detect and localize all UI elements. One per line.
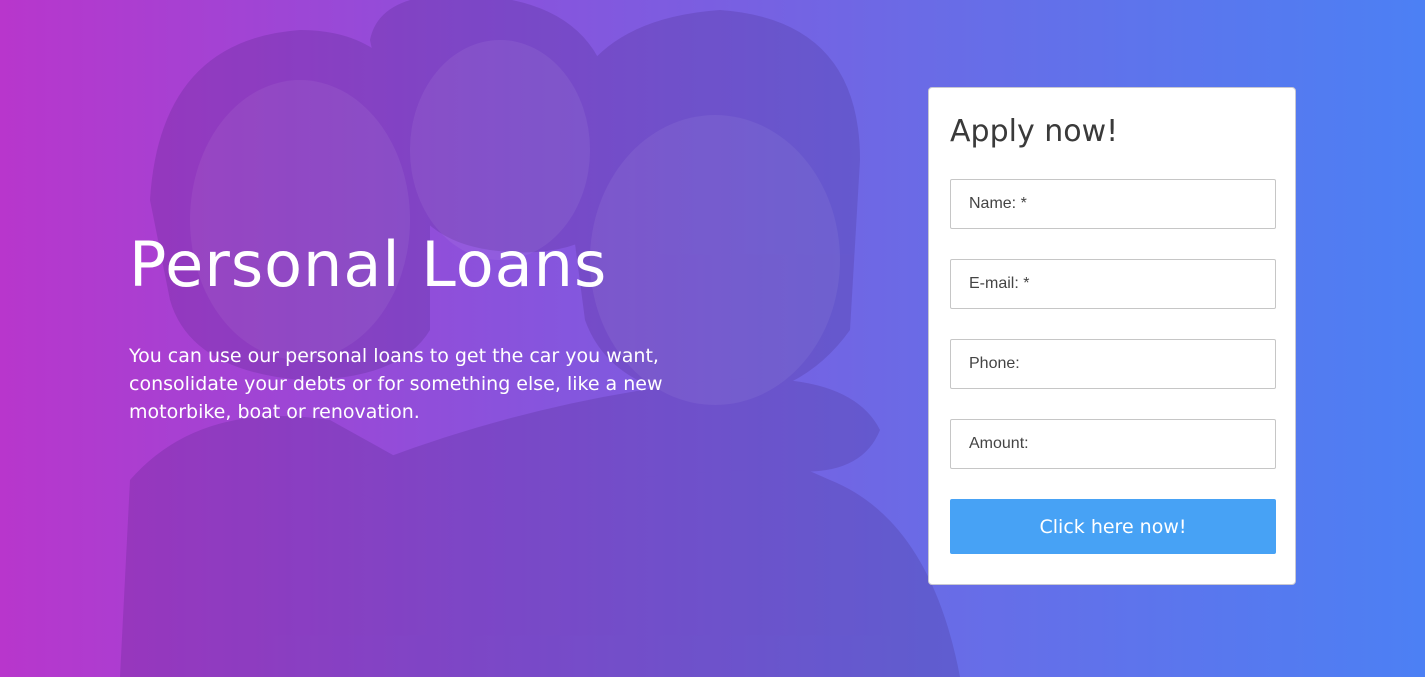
email-field[interactable] <box>950 259 1276 309</box>
hero-section: Personal Loans You can use our personal … <box>0 0 1425 677</box>
hero-title: Personal Loans <box>129 228 608 301</box>
name-field[interactable] <box>950 179 1276 229</box>
phone-field[interactable] <box>950 339 1276 389</box>
form-title: Apply now! <box>950 114 1119 149</box>
submit-button[interactable]: Click here now! <box>950 499 1276 554</box>
amount-field[interactable] <box>950 419 1276 469</box>
hero-subtitle: You can use our personal loans to get th… <box>129 345 663 423</box>
hero-text-block: Personal Loans You can use our personal … <box>129 226 729 426</box>
apply-form: Apply now! Click here now! <box>928 87 1296 585</box>
